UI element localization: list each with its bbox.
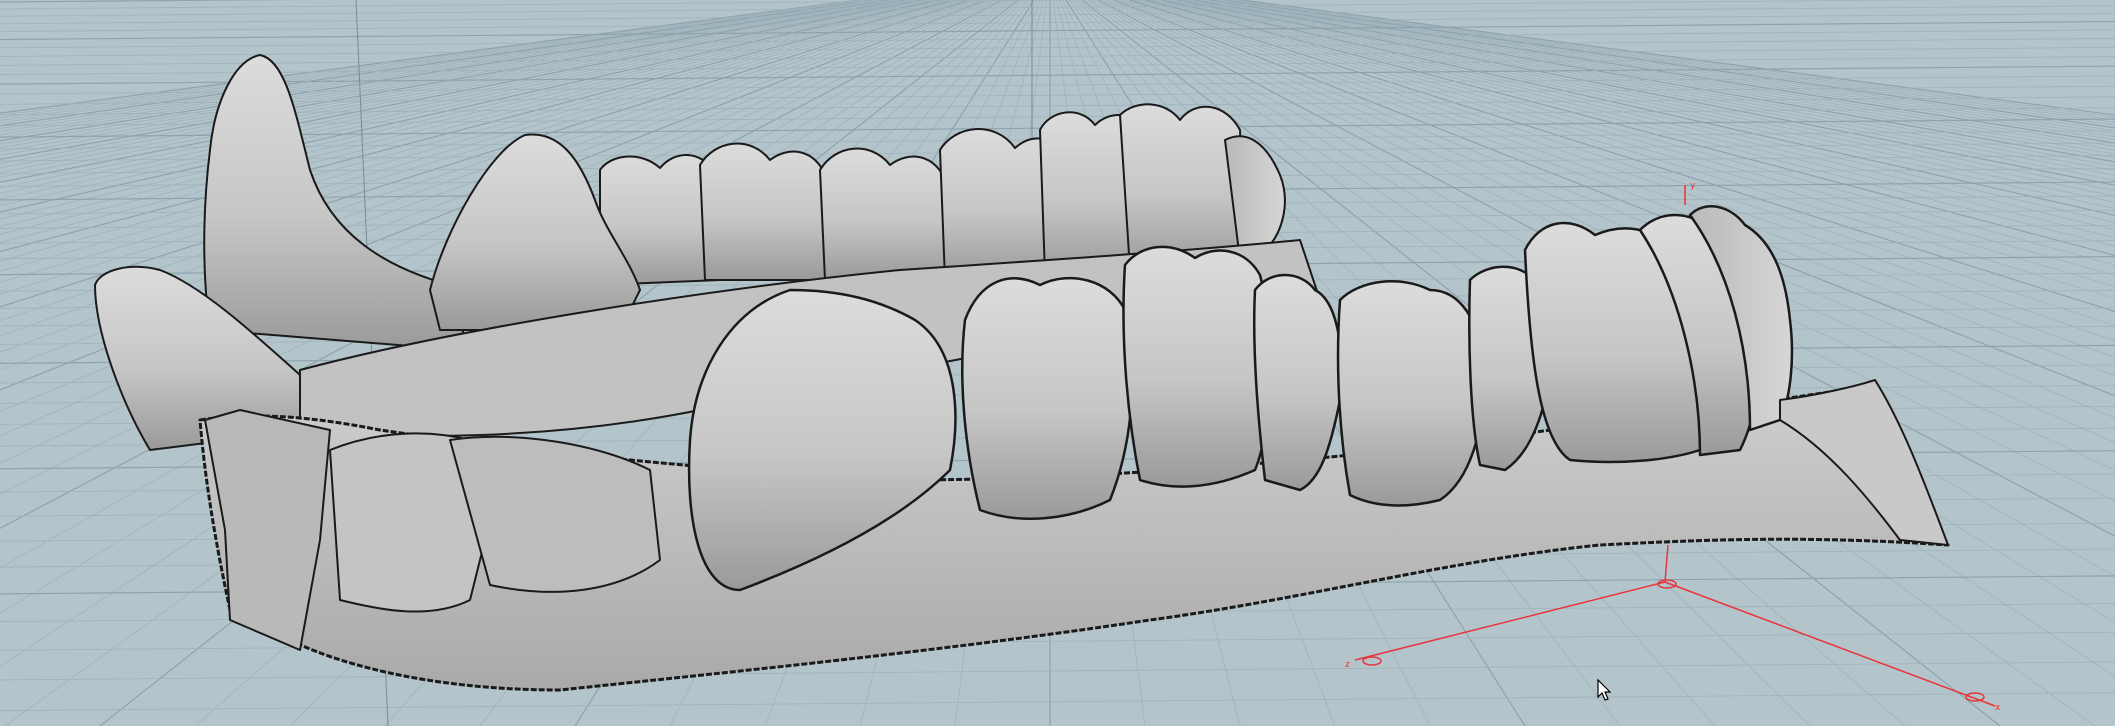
- gizmo-x-label: x: [1995, 703, 2001, 713]
- viewport-canvas[interactable]: x y z: [0, 0, 2115, 726]
- gizmo-z-label: z: [1345, 660, 1350, 670]
- 3d-viewport[interactable]: x y z: [0, 0, 2115, 726]
- gizmo-y-label: y: [1690, 181, 1696, 191]
